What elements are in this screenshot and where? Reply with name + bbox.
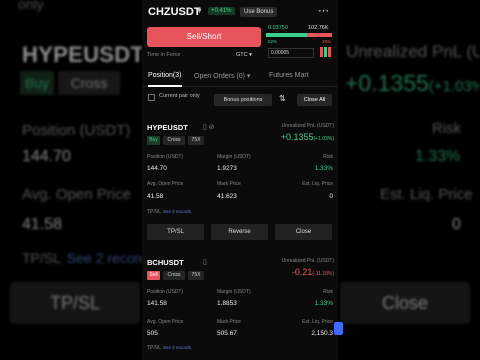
leverage-tag[interactable]: 75X bbox=[188, 271, 204, 280]
orderbook-volume: 102.76K bbox=[308, 25, 329, 31]
margin-value: 1.8853 bbox=[217, 300, 237, 307]
orderbook-price: 0.03750 bbox=[268, 25, 288, 31]
avg-open-label: Avg. Open Price bbox=[147, 319, 184, 325]
price-step-select[interactable]: 0.00005 bbox=[268, 48, 314, 58]
pnl-value: +0.1355(+1.03%) bbox=[280, 132, 334, 142]
tab-underline bbox=[148, 85, 182, 87]
margin-mode-tag: Cross bbox=[163, 136, 185, 145]
position-controls: Current pair only Bonus positions ⇅ Clos… bbox=[142, 89, 338, 113]
unrealized-pnl-label: Unrealized PnL (USDT) bbox=[281, 258, 334, 264]
floating-widget-icon[interactable] bbox=[334, 322, 343, 335]
risk-value: 1.33% bbox=[314, 165, 333, 172]
margin-mode-tag: Cross bbox=[163, 271, 185, 280]
share-icon[interactable]: ▯ bbox=[203, 258, 207, 266]
tpsl-row: TP/SL See 2 records bbox=[147, 345, 191, 351]
position-symbol[interactable]: HYPEUSDT bbox=[147, 123, 188, 132]
share-icon[interactable]: ▯ ⊘ bbox=[203, 123, 215, 131]
bg-risk-label: Risk bbox=[432, 120, 462, 137]
close-button[interactable]: Close bbox=[275, 224, 332, 240]
orderbook-buy-fill bbox=[266, 33, 307, 37]
bonus-positions-button[interactable]: Bonus positions bbox=[214, 94, 272, 106]
orderbook-sell-pct: 38% bbox=[322, 39, 332, 44]
risk-label: Risk bbox=[323, 289, 333, 295]
margin-value: 1.9273 bbox=[217, 165, 237, 172]
pnl-value: -0.21(-11.18%) bbox=[291, 267, 334, 277]
mark-price-value: 41.623 bbox=[217, 193, 237, 200]
menu-dots-icon[interactable]: ⋯ bbox=[318, 4, 329, 17]
unrealized-pnl-label: Unrealized PnL (USDT) bbox=[281, 123, 334, 129]
mark-price-value: 505.67 bbox=[217, 330, 237, 337]
reverse-button[interactable]: Reverse bbox=[211, 224, 268, 240]
liq-price-label: Est. Liq. Price bbox=[302, 181, 333, 187]
bg-liq-label: Est. Liq. Price bbox=[380, 186, 473, 203]
tpsl-row: TP/SL See 2 records bbox=[147, 209, 191, 215]
bg-only-text: only bbox=[18, 0, 44, 12]
orderbook-layout-icon[interactable] bbox=[320, 47, 331, 57]
tpsl-records-link[interactable]: See 2 records bbox=[163, 345, 191, 350]
side-tag: Buy bbox=[147, 136, 160, 145]
position-size-label: Position (USDT) bbox=[147, 289, 184, 295]
bg-avg-value: 41.58 bbox=[22, 216, 63, 233]
bg-avg-label: Avg. Open Price bbox=[22, 186, 131, 203]
side-tag: Sell bbox=[147, 271, 160, 280]
use-bonus-button[interactable]: Use Bonus bbox=[240, 7, 278, 17]
position-size-value: 144.70 bbox=[147, 165, 167, 172]
background-right: Unrealized PnL (USDT) +0.1355(+1.03%) Ri… bbox=[338, 0, 480, 360]
bg-symbol-title: HYPEUSDT I bbox=[22, 42, 142, 67]
pair-symbol[interactable]: CHZUSDT bbox=[148, 6, 201, 18]
risk-label: Risk bbox=[323, 154, 333, 160]
orderbook-buy-pct: 62% bbox=[268, 39, 278, 44]
position-size-value: 141.58 bbox=[147, 300, 167, 307]
current-pair-label: Current pair only bbox=[159, 93, 200, 99]
avg-open-label: Avg. Open Price bbox=[147, 181, 184, 187]
current-pair-checkbox[interactable] bbox=[148, 94, 155, 101]
position-symbol[interactable]: BCHUSDT bbox=[147, 258, 184, 267]
position-size-label: Position (USDT) bbox=[147, 154, 184, 160]
margin-label: Margin (USDT) bbox=[217, 154, 251, 160]
margin-label: Margin (USDT) bbox=[217, 289, 251, 295]
avg-open-value: 41.58 bbox=[147, 193, 164, 200]
sort-icon[interactable]: ⇅ bbox=[279, 94, 286, 103]
mark-price-label: Mark Price bbox=[217, 181, 241, 187]
chevron-down-icon: ▾ bbox=[249, 52, 252, 58]
sell-short-button[interactable]: Sell/Short bbox=[147, 27, 261, 47]
bg-tpsl-button: TP/SL bbox=[10, 282, 140, 324]
bg-pnl-value: +0.1355(+1.03%) bbox=[345, 70, 480, 96]
price-change-badge: +0.41% bbox=[208, 7, 235, 15]
mark-price-label: Mark Price bbox=[217, 319, 241, 325]
risk-value: 1.33% bbox=[314, 300, 333, 307]
liq-price-value: 0 bbox=[329, 193, 333, 200]
top-bar: CHZUSDT ▼ +0.41% Use Bonus ⋯ bbox=[142, 0, 338, 24]
close-all-button[interactable]: Close All bbox=[297, 94, 332, 106]
avg-open-value: 505 bbox=[147, 330, 158, 337]
time-in-force-label: Time in Force bbox=[147, 52, 181, 58]
leverage-tag[interactable]: 75X bbox=[188, 136, 204, 145]
bg-close-button: Close bbox=[340, 282, 470, 324]
tpsl-button[interactable]: TP/SL bbox=[147, 224, 204, 240]
time-in-force-select[interactable]: GTC ▾ bbox=[236, 52, 252, 58]
tab-position[interactable]: Position(3) bbox=[148, 72, 181, 79]
bg-tpsl: TP/SLSee 2 records bbox=[22, 250, 142, 266]
chevron-down-icon[interactable]: ▼ bbox=[196, 8, 203, 15]
bg-risk-value: 1.33% bbox=[415, 148, 461, 165]
bg-unrealized-label: Unrealized PnL (USDT) bbox=[346, 42, 480, 61]
background-left: only HYPEUSDT I Buy Cross Position (USDT… bbox=[0, 0, 142, 360]
tpsl-records-link[interactable]: See 2 records bbox=[163, 209, 191, 214]
bg-position-value: 144.70 bbox=[22, 148, 71, 165]
bg-buy-tag: Buy bbox=[20, 71, 54, 95]
trading-app-panel: CHZUSDT ▼ +0.41% Use Bonus ⋯ Sell/Short … bbox=[142, 0, 338, 360]
bg-liq-value: 0 bbox=[452, 216, 461, 233]
chevron-down-icon: ▾ bbox=[246, 73, 251, 80]
bg-position-label: Position (USDT) bbox=[22, 122, 131, 139]
liq-price-label: Est. Liq. Price bbox=[302, 319, 333, 325]
tab-futures[interactable]: Futures Mart bbox=[269, 72, 309, 79]
tab-open-orders[interactable]: Open Orders (0) ▾ bbox=[194, 72, 250, 80]
orderbook-ratio-bar bbox=[266, 33, 332, 37]
position-tabs: Position(3) Open Orders (0) ▾ Futures Ma… bbox=[142, 67, 338, 87]
bg-cross-tag: Cross bbox=[58, 71, 120, 95]
liq-price-value: 2,150.3 bbox=[311, 330, 333, 337]
